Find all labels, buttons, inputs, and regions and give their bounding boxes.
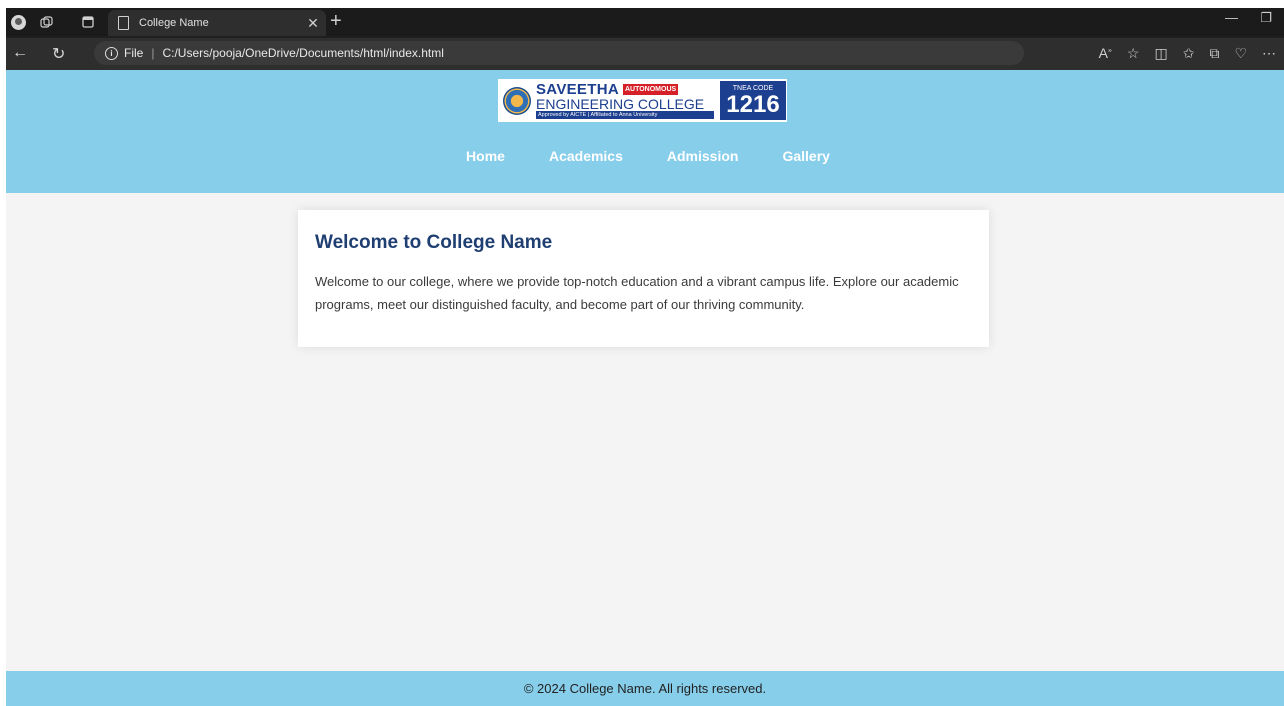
site-header: SAVEETHA AUTONOMOUS ENGINEERING COLLEGE … [6, 70, 1284, 193]
split-screen-icon[interactable]: ◫ [1154, 45, 1167, 62]
favorites-icon[interactable]: ✩ [1183, 45, 1195, 62]
logo-name: SAVEETHA [536, 81, 619, 98]
toolbar-icons: A» ☆ ◫ ✩ ⧉ ♡ ⋯ [1099, 45, 1276, 62]
document-icon [118, 16, 129, 30]
welcome-title: Welcome to College Name [315, 232, 553, 253]
workspaces-icon[interactable] [36, 12, 56, 32]
college-emblem-icon [503, 86, 531, 115]
browser-window: College Name ✕ + — ❐ ← ↻ i File | C:/Use… [6, 8, 1284, 70]
back-icon[interactable]: ← [12, 44, 28, 62]
close-icon[interactable]: ✕ [300, 15, 326, 32]
tnea-code-number: 1216 [726, 91, 780, 118]
nav-academics[interactable]: Academics [549, 148, 623, 164]
logo-autonomous-badge: AUTONOMOUS [622, 84, 679, 95]
tab-title: College Name [139, 17, 209, 29]
welcome-card: Welcome to College Name Welcome to our c… [298, 210, 989, 347]
address-bar-row: ← ↻ i File | C:/Users/pooja/OneDrive/Doc… [6, 38, 1284, 70]
browser-essentials-icon[interactable]: ♡ [1234, 45, 1247, 62]
refresh-icon[interactable]: ↻ [52, 44, 65, 64]
nav-gallery[interactable]: Gallery [782, 148, 829, 164]
logo-approval: Approved by AICTE | Affiliated to Anna U… [536, 111, 714, 119]
nav-home[interactable]: Home [466, 148, 505, 164]
logo-subtitle: ENGINEERING COLLEGE [536, 96, 705, 112]
web-page: SAVEETHA AUTONOMOUS ENGINEERING COLLEGE … [6, 70, 1284, 706]
file-label: File [124, 46, 144, 60]
restore-icon[interactable]: ❐ [1260, 10, 1272, 26]
welcome-paragraph: Welcome to our college, where we provide… [315, 274, 959, 312]
browser-tab[interactable]: College Name ✕ [108, 10, 326, 36]
address-separator: | [151, 46, 155, 60]
read-aloud-icon[interactable]: A» [1099, 45, 1112, 62]
tnea-code-box: TNEA CODE 1216 [720, 81, 786, 120]
favorite-icon[interactable]: ☆ [1127, 45, 1140, 62]
new-tab-icon[interactable]: + [330, 10, 342, 32]
tab-bar: College Name ✕ + — ❐ [6, 8, 1284, 36]
more-icon[interactable]: ⋯ [1262, 45, 1276, 62]
main-nav: Home Academics Admission Gallery [6, 148, 1284, 164]
tab-actions-icon[interactable] [78, 12, 98, 32]
minimize-icon[interactable]: — [1225, 10, 1238, 25]
profile-icon[interactable] [8, 12, 28, 32]
footer-copyright: © 2024 College Name. All rights reserved… [523, 681, 767, 696]
collections-icon[interactable]: ⧉ [1209, 45, 1219, 62]
site-footer: © 2024 College Name. All rights reserved… [6, 671, 1284, 706]
nav-admission[interactable]: Admission [667, 148, 739, 164]
college-logo: SAVEETHA AUTONOMOUS ENGINEERING COLLEGE … [498, 79, 787, 122]
address-url[interactable]: C:/Users/pooja/OneDrive/Documents/html/i… [162, 46, 443, 60]
address-bar[interactable]: i File | C:/Users/pooja/OneDrive/Documen… [94, 41, 1024, 65]
info-icon[interactable]: i [105, 46, 118, 60]
